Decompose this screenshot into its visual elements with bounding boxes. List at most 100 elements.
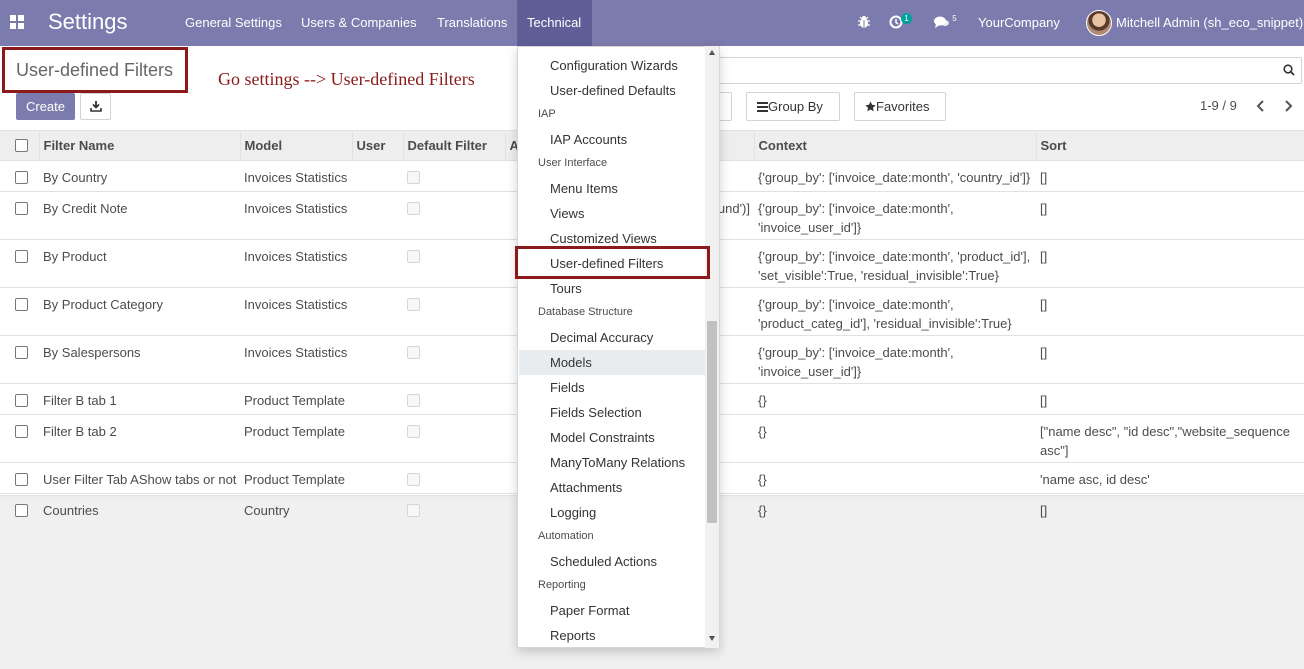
default-filter-checkbox <box>407 249 420 263</box>
default-filter-checkbox <box>407 345 420 359</box>
dropdown-section-header: Automation <box>538 530 594 542</box>
cell-user <box>352 413 403 462</box>
row-select-cell[interactable] <box>0 461 39 493</box>
favorites-label: Favorites <box>876 99 930 114</box>
default-filter-checkbox <box>407 170 420 184</box>
column-model[interactable]: Model <box>239 132 352 161</box>
cell-filter-name: By Product <box>39 238 240 287</box>
cell-default-filter <box>403 382 505 414</box>
dropdown-item-tours[interactable]: Tours <box>550 276 700 301</box>
row-checkbox[interactable] <box>15 503 28 517</box>
dropdown-section-header: User Interface <box>538 157 608 169</box>
cell-model: Invoices Statistics <box>240 190 352 239</box>
row-select-cell[interactable] <box>0 286 39 335</box>
menu-users-companies[interactable]: Users & Companies <box>291 0 427 46</box>
cell-filter-name: By Country <box>39 159 240 191</box>
row-checkbox[interactable] <box>15 297 28 311</box>
activity-badge: 1 <box>901 13 912 24</box>
cell-user <box>352 461 403 493</box>
row-select-cell[interactable] <box>0 190 39 239</box>
cell-sort: ["name desc", "id desc","website_sequenc… <box>1036 413 1304 462</box>
column-sort[interactable]: Sort <box>1035 132 1304 161</box>
apps-menu-icon[interactable] <box>10 15 24 29</box>
column-filter-name[interactable]: Filter Name <box>38 132 240 161</box>
row-checkbox[interactable] <box>15 424 28 438</box>
scroll-down-arrow-icon[interactable] <box>709 636 715 641</box>
dropdown-item-fields-selection[interactable]: Fields Selection <box>550 400 700 425</box>
cell-context: {'group_by': ['invoice_date:month', 'pro… <box>754 238 1036 287</box>
dropdown-item-menu-items[interactable]: Menu Items <box>550 176 700 201</box>
cell-sort: [] <box>1036 334 1304 383</box>
row-checkbox[interactable] <box>15 249 28 263</box>
column-context[interactable]: Context <box>753 132 1036 161</box>
dropdown-item-user-defined-defaults[interactable]: User-defined Defaults <box>550 78 700 103</box>
dropdown-item-reports[interactable]: Reports <box>550 623 700 647</box>
cell-filter-name: By Salespersons <box>39 334 240 383</box>
favorites-button[interactable]: Favorites <box>854 92 946 121</box>
row-checkbox[interactable] <box>15 201 28 215</box>
dropdown-scrollbar-thumb[interactable] <box>707 321 717 523</box>
pager-previous-icon[interactable] <box>1254 99 1268 113</box>
row-checkbox[interactable] <box>15 170 28 184</box>
create-button[interactable]: Create <box>16 93 75 120</box>
menu-technical[interactable]: Technical <box>517 0 592 46</box>
dropdown-item-paper-format[interactable]: Paper Format <box>550 598 700 623</box>
row-select-cell[interactable] <box>0 382 39 414</box>
messages-icon[interactable] <box>934 15 950 29</box>
dropdown-section-header: Reporting <box>538 579 586 591</box>
cell-user <box>352 382 403 414</box>
dropdown-item-logging[interactable]: Logging <box>550 500 700 525</box>
default-filter-checkbox <box>407 424 420 438</box>
row-checkbox[interactable] <box>15 393 28 407</box>
row-select-cell[interactable] <box>0 238 39 287</box>
list-icon <box>757 102 768 112</box>
menu-general-settings[interactable]: General Settings <box>175 0 292 46</box>
select-all-header[interactable] <box>0 132 39 161</box>
dropdown-item-views[interactable]: Views <box>550 201 700 226</box>
export-button[interactable] <box>80 93 111 120</box>
column-user[interactable]: User <box>351 132 403 161</box>
pager-next-icon[interactable] <box>1281 99 1295 113</box>
dropdown-item-fields[interactable]: Fields <box>550 375 700 400</box>
group-by-button[interactable]: Group By <box>746 92 840 121</box>
row-checkbox[interactable] <box>15 345 28 359</box>
column-default-filter[interactable]: Default Filter <box>402 132 505 161</box>
pager-value[interactable]: 1-9 / 9 <box>1200 98 1237 113</box>
dropdown-item-configuration-wizards[interactable]: Configuration Wizards <box>550 53 700 78</box>
search-icon[interactable] <box>1283 64 1295 76</box>
cell-default-filter <box>403 286 505 335</box>
default-filter-checkbox <box>407 503 420 517</box>
search-input[interactable] <box>718 57 1302 84</box>
highlight-box-menu-item <box>515 246 710 279</box>
cell-user <box>352 238 403 287</box>
row-checkbox[interactable] <box>15 472 28 486</box>
row-select-cell[interactable] <box>0 413 39 462</box>
row-select-cell[interactable] <box>0 159 39 191</box>
user-menu[interactable]: Mitchell Admin (sh_eco_snippet) <box>1116 0 1303 46</box>
default-filter-checkbox <box>407 297 420 311</box>
highlight-box-title <box>2 47 188 93</box>
bug-icon[interactable] <box>857 15 871 29</box>
dropdown-item-manytomany-relations[interactable]: ManyToMany Relations <box>550 450 700 475</box>
cell-sort: [] <box>1036 286 1304 335</box>
star-icon <box>865 101 876 112</box>
cell-sort: [] <box>1036 238 1304 287</box>
user-avatar[interactable] <box>1086 10 1112 36</box>
dropdown-item-attachments[interactable]: Attachments <box>550 475 700 500</box>
select-all-checkbox[interactable] <box>15 139 28 153</box>
dropdown-item-model-constraints[interactable]: Model Constraints <box>550 425 700 450</box>
dropdown-item-scheduled-actions[interactable]: Scheduled Actions <box>550 549 700 574</box>
cell-context: {} <box>754 382 1036 414</box>
row-select-cell[interactable] <box>0 334 39 383</box>
cell-filter-name: By Product Category <box>39 286 240 335</box>
cell-default-filter <box>403 190 505 239</box>
dropdown-item-models[interactable]: Models <box>519 350 705 375</box>
scroll-up-arrow-icon[interactable] <box>709 50 715 55</box>
cell-sort: [] <box>1036 382 1304 414</box>
cell-model: Invoices Statistics <box>240 286 352 335</box>
menu-translations[interactable]: Translations <box>427 0 517 46</box>
dropdown-item-decimal-accuracy[interactable]: Decimal Accuracy <box>550 325 700 350</box>
dropdown-item-iap-accounts[interactable]: IAP Accounts <box>550 127 700 152</box>
cell-model: Invoices Statistics <box>240 334 352 383</box>
company-switcher[interactable]: YourCompany <box>978 0 1060 46</box>
